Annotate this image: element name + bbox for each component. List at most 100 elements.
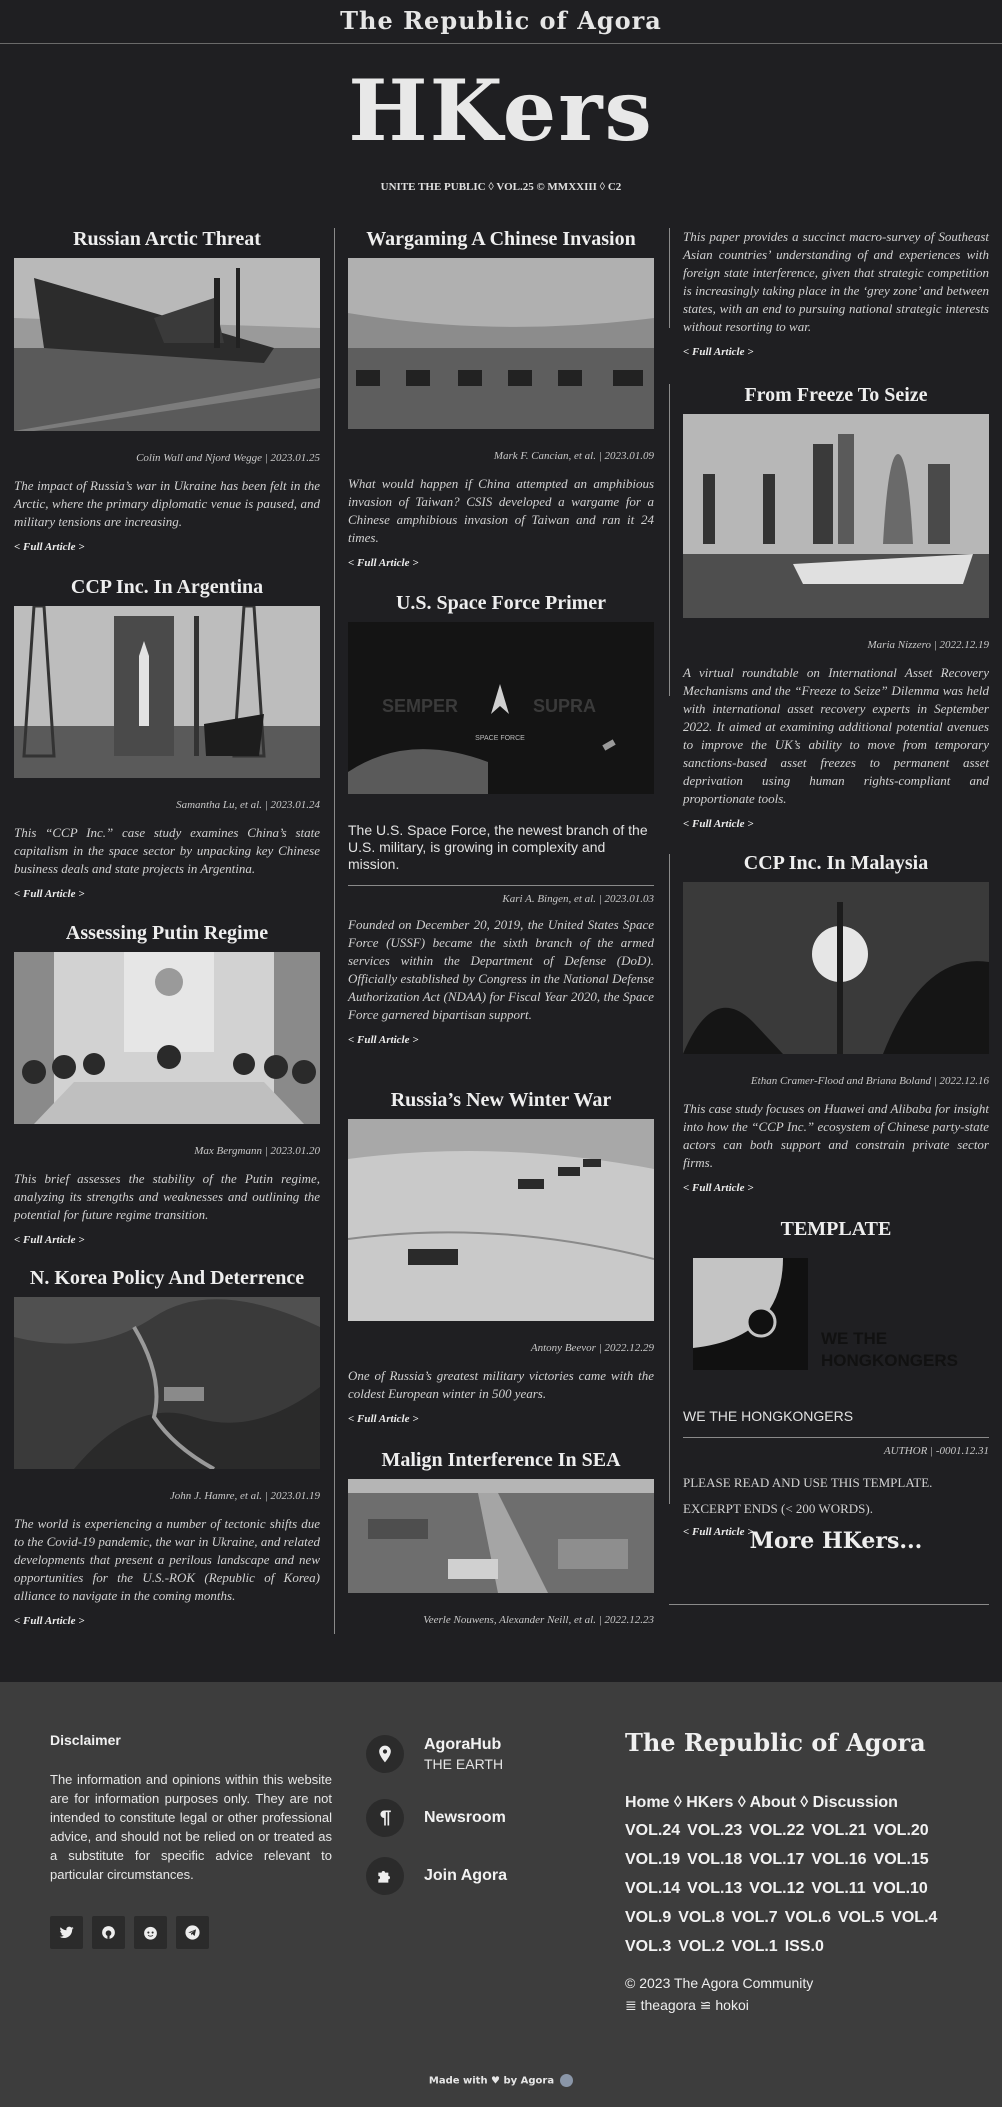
- article-title[interactable]: N. Korea Policy And Deterrence: [14, 1265, 320, 1291]
- full-article-link[interactable]: < Full Article >: [14, 888, 85, 900]
- article-sea-continued: This paper provides a succinct macro-sur…: [683, 228, 989, 360]
- volume-link[interactable]: VOL.17: [749, 1851, 804, 1868]
- tanks-snow-photo[interactable]: [348, 1119, 654, 1321]
- footer-item-title: Newsroom: [424, 1809, 506, 1826]
- nav-home[interactable]: Home: [625, 1794, 669, 1811]
- volume-link[interactable]: VOL.3: [625, 1938, 671, 1955]
- volume-link[interactable]: VOL.5: [838, 1909, 884, 1926]
- article-byline: Maria Nizzero | 2022.12.19: [867, 639, 989, 651]
- volume-link[interactable]: VOL.20: [874, 1822, 929, 1839]
- volume-link[interactable]: VOL.22: [749, 1822, 804, 1839]
- volume-link[interactable]: VOL.4: [891, 1909, 937, 1926]
- warship-photo[interactable]: [14, 258, 320, 431]
- image-text-2: HONGKONGERS: [821, 1351, 958, 1370]
- volume-link[interactable]: VOL.23: [687, 1822, 742, 1839]
- top-bar: The Republic of Agora: [0, 0, 1002, 44]
- rocket-launch-photo[interactable]: [14, 606, 320, 778]
- volume-link[interactable]: VOL.1: [731, 1938, 777, 1955]
- aerial-town-photo[interactable]: [348, 1479, 654, 1593]
- article-summary: What would happen if China attempted an …: [348, 476, 654, 545]
- divider: [348, 885, 654, 886]
- article-title[interactable]: Malign Interference In SEA: [348, 1447, 654, 1473]
- telegram-icon[interactable]: [176, 1916, 209, 1949]
- article-byline: Mark F. Cancian, et al. | 2023.01.09: [493, 450, 654, 462]
- volume-link[interactable]: VOL.24: [625, 1822, 680, 1839]
- article-summary: A virtual roundtable on International As…: [683, 665, 989, 806]
- article-space-force: U.S. Space Force Primer SEMPER SUPRA SPA…: [348, 590, 654, 1048]
- full-article-link[interactable]: < Full Article >: [348, 557, 419, 569]
- full-article-link[interactable]: < Full Article >: [14, 1234, 85, 1246]
- banner-text-left: SEMPER: [382, 696, 458, 716]
- article-malign-sea: Malign Interference In SEA Veerle Nouwen…: [348, 1447, 654, 1627]
- volume-link[interactable]: VOL.12: [749, 1880, 804, 1897]
- article-title[interactable]: Russian Arctic Threat: [14, 226, 320, 252]
- volume-link[interactable]: VOL.16: [811, 1851, 866, 1868]
- article-byline: AUTHOR | -0001.12.31: [883, 1445, 989, 1457]
- footer-item-title: AgoraHub: [424, 1736, 502, 1753]
- full-article-link[interactable]: < Full Article >: [683, 818, 754, 830]
- footer-brand[interactable]: The Republic of Agora: [625, 1728, 926, 1757]
- volume-link[interactable]: VOL.14: [625, 1880, 680, 1897]
- full-article-link[interactable]: < Full Article >: [683, 346, 754, 358]
- article-byline: Max Bergmann | 2023.01.20: [194, 1145, 320, 1157]
- volume-link[interactable]: VOL.15: [874, 1851, 929, 1868]
- article-title[interactable]: TEMPLATE: [683, 1216, 989, 1242]
- we-the-hongkongers-image[interactable]: WE THE HONGKONGERS: [683, 1248, 989, 1376]
- article-title[interactable]: Russia’s New Winter War: [348, 1087, 654, 1113]
- article-title[interactable]: CCP Inc. In Argentina: [14, 574, 320, 600]
- volume-link[interactable]: VOL.8: [678, 1909, 724, 1926]
- nav-about[interactable]: About: [750, 1794, 796, 1811]
- agora-avatar-icon[interactable]: [560, 2074, 574, 2087]
- article-putin-regime: Assessing Putin Regime Max Bergmann | 20…: [14, 920, 320, 1248]
- tower-sunset-photo[interactable]: [683, 882, 989, 1054]
- article-title[interactable]: U.S. Space Force Primer: [348, 590, 654, 616]
- london-skyline-photo[interactable]: [683, 414, 989, 618]
- space-force-banner[interactable]: SEMPER SUPRA SPACE FORCE: [348, 622, 654, 794]
- nav-hkers[interactable]: HKers: [686, 1794, 733, 1811]
- footer-links[interactable]: ≣ theagora ≌ hokoi: [625, 1994, 813, 2016]
- nav-discussion[interactable]: Discussion: [813, 1794, 898, 1811]
- disclaimer-title: Disclaimer: [50, 1732, 121, 1748]
- full-article-link[interactable]: < Full Article >: [683, 1182, 754, 1194]
- full-article-link[interactable]: < Full Article >: [14, 1615, 85, 1627]
- article-summary: The world is experiencing a number of te…: [14, 1516, 320, 1603]
- made-with-credit: Made with ♥ by Agora: [0, 2074, 1002, 2087]
- meeting-photo[interactable]: [14, 952, 320, 1124]
- article-title[interactable]: Wargaming A Chinese Invasion: [348, 226, 654, 252]
- volume-link[interactable]: VOL.19: [625, 1851, 680, 1868]
- twitter-icon[interactable]: [50, 1916, 83, 1949]
- article-summary: This “CCP Inc.” case study examines Chin…: [14, 825, 320, 876]
- volume-link[interactable]: ISS.0: [785, 1938, 824, 1955]
- github-icon[interactable]: [92, 1916, 125, 1949]
- banner-text-right: SUPRA: [533, 696, 596, 716]
- hkers-logo[interactable]: HKers: [0, 44, 1002, 178]
- aerial-valley-photo[interactable]: [14, 1297, 320, 1469]
- copyright: © 2023 The Agora Community: [625, 1975, 814, 1991]
- article-title[interactable]: From Freeze To Seize: [683, 382, 989, 408]
- site-brand[interactable]: The Republic of Agora: [340, 6, 662, 35]
- article-title[interactable]: CCP Inc. In Malaysia: [683, 850, 989, 876]
- more-hkers-link[interactable]: More HKers...: [683, 1526, 989, 1556]
- reddit-icon[interactable]: [134, 1916, 167, 1949]
- social-links: [50, 1916, 209, 1949]
- full-article-link[interactable]: < Full Article >: [348, 1034, 419, 1046]
- volume-link[interactable]: VOL.11: [811, 1880, 865, 1897]
- full-article-link[interactable]: < Full Article >: [348, 1413, 419, 1425]
- article-title[interactable]: Assessing Putin Regime: [14, 920, 320, 946]
- agorahub-link[interactable]: AgoraHub THE EARTH: [366, 1735, 503, 1773]
- volume-link[interactable]: VOL.13: [687, 1880, 742, 1897]
- landing-craft-photo[interactable]: [348, 258, 654, 429]
- full-article-link[interactable]: < Full Article >: [14, 541, 85, 553]
- puzzle-icon: [366, 1857, 404, 1895]
- volume-link[interactable]: VOL.21: [811, 1822, 866, 1839]
- join-agora-link[interactable]: Join Agora: [366, 1857, 507, 1895]
- volume-link[interactable]: VOL.6: [785, 1909, 831, 1926]
- footer-nav: Home ◊ HKers ◊ About ◊ Discussion: [625, 1788, 965, 1817]
- volume-link[interactable]: VOL.7: [731, 1909, 777, 1926]
- volume-link[interactable]: VOL.9: [625, 1909, 671, 1926]
- newsroom-link[interactable]: Newsroom: [366, 1799, 506, 1837]
- volume-link[interactable]: VOL.2: [678, 1938, 724, 1955]
- volume-link[interactable]: VOL.18: [687, 1851, 742, 1868]
- volume-links: VOL.24 VOL.23 VOL.22 VOL.21 VOL.20 VOL.19 VOL…: [625, 1816, 955, 1961]
- volume-link[interactable]: VOL.10: [873, 1880, 928, 1897]
